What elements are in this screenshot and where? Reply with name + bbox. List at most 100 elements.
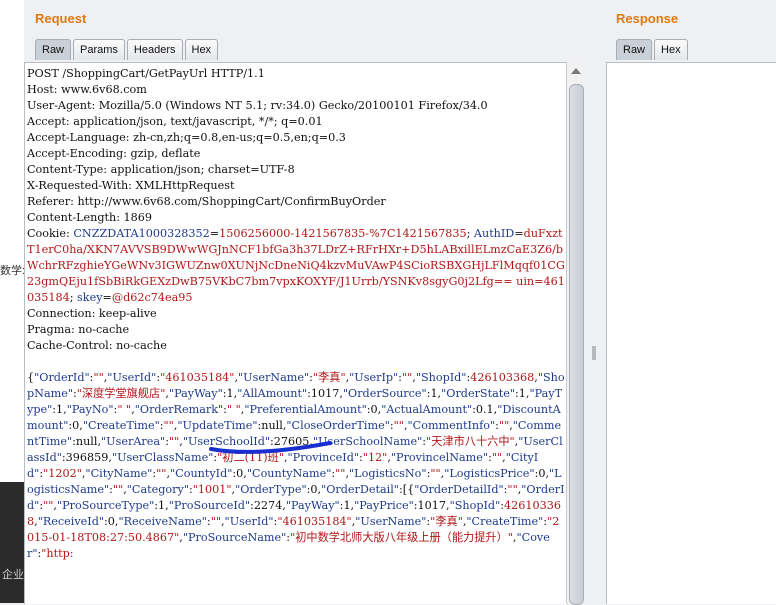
json-punct: :1017, — [307, 387, 343, 400]
background-dark-region — [0, 482, 24, 603]
json-value: "" — [43, 499, 54, 512]
json-key: "PayWay" — [285, 499, 340, 512]
header-line: Content-Length: 1869 — [27, 211, 153, 224]
json-key: "OrderState" — [441, 387, 516, 400]
json-key: "PayPrice" — [354, 499, 414, 512]
background-text-fragment-bottom: 企业务 — [2, 569, 24, 581]
json-punct: :0, — [306, 483, 322, 496]
json-value: "天津市八十六中" — [426, 435, 515, 448]
json-key: "ProSourceId" — [168, 499, 251, 512]
request-tab-bar: Raw Params Headers Hex — [35, 39, 219, 60]
json-punct: :0, — [366, 403, 382, 416]
json-key: "ReceiveName" — [118, 515, 207, 528]
header-line: User-Agent: Mozilla/5.0 (Windows NT 5.1;… — [27, 99, 488, 112]
json-key: "ProSourceName" — [182, 531, 287, 544]
request-raw-text[interactable]: POST /ShoppingCart/GetPayUrl HTTP/1.1 Ho… — [25, 63, 567, 562]
header-line: Accept-Language: zh-cn,zh;q=0.8,en-us;q=… — [27, 131, 346, 144]
header-line: Pragma: no-cache — [27, 323, 130, 336]
response-tab-bar: Raw Hex — [616, 39, 688, 60]
json-value: "" — [112, 483, 124, 496]
json-punct: :1, — [339, 499, 355, 512]
json-value: "李真" — [430, 515, 463, 528]
request-panel-title: Request — [35, 11, 87, 26]
json-key: "Category" — [126, 483, 189, 496]
json-value: "深度学堂旗舰店" — [76, 387, 166, 400]
json-value: 426103368 — [470, 371, 535, 384]
json-value: "" — [430, 467, 441, 480]
cookie-value: @d62c74ea95 — [111, 291, 193, 304]
json-value: "" — [163, 419, 174, 432]
json-key: "OrderRemark" — [134, 403, 224, 416]
tab-raw[interactable]: Raw — [616, 39, 653, 60]
json-value: "" — [156, 467, 167, 480]
request-scrollbar[interactable] — [566, 62, 585, 605]
json-key: "OrderSource" — [342, 387, 427, 400]
json-key: "UserArea" — [101, 435, 166, 448]
json-value: "1001" — [192, 483, 232, 496]
json-key: "ProvincelName" — [390, 451, 489, 464]
json-value: "" — [491, 451, 503, 464]
json-value: "" — [93, 371, 104, 384]
json-key: "CountyId" — [170, 467, 233, 480]
json-key: "ActualAmount" — [381, 403, 473, 416]
json-punct: :null, — [72, 435, 102, 448]
panel-splitter[interactable] — [586, 0, 604, 603]
json-punct: :1, — [426, 387, 442, 400]
header-line: POST /ShoppingCart/GetPayUrl HTTP/1.1 — [27, 67, 265, 80]
json-key: "AllAmount" — [237, 387, 308, 400]
json-key: "UserSchoolId" — [182, 435, 271, 448]
json-punct: :1, — [515, 387, 530, 400]
json-key: "OrderId" — [34, 371, 90, 384]
json-key: "ProvinceId" — [287, 451, 360, 464]
tab-headers[interactable]: Headers — [126, 39, 183, 60]
splitter-grip-icon[interactable] — [592, 346, 596, 360]
json-punct: :0, — [232, 467, 247, 480]
json-value: "" — [401, 371, 413, 384]
json-value: "初中数学北师大版八年级上册（能力提升）" — [290, 531, 513, 544]
json-value: " " — [117, 403, 132, 416]
response-editor[interactable] — [606, 62, 776, 604]
tab-params[interactable]: Params — [73, 39, 125, 60]
tab-hex[interactable]: Hex — [184, 39, 219, 60]
json-value: "李真" — [312, 371, 346, 384]
cookie-name: CNZZDATA1000328352 — [73, 227, 210, 240]
cookie-separator: ; — [69, 291, 78, 304]
cookie-equals: = — [102, 291, 112, 304]
json-key: "LogisticsPrice" — [444, 467, 535, 480]
tab-hex[interactable]: Hex — [654, 39, 688, 60]
json-key: "CreateTime" — [466, 515, 544, 528]
header-line: Content-Type: application/json; charset=… — [27, 163, 295, 176]
request-editor[interactable]: POST /ShoppingCart/GetPayUrl HTTP/1.1 Ho… — [24, 62, 568, 604]
json-value: "初二(11)班" — [217, 451, 284, 464]
json-value: "" — [335, 467, 346, 480]
json-key: "UserId" — [107, 371, 157, 384]
header-line: X-Requested-With: XMLHttpRequest — [27, 179, 235, 192]
scrollbar-thumb[interactable] — [569, 84, 584, 605]
scroll-up-arrow-icon[interactable] — [571, 68, 581, 74]
cookie-value: 1506256000-1421567835-%7C1421567835 — [219, 227, 467, 240]
json-key: "OrderDetail" — [321, 483, 399, 496]
json-punct: :0, — [68, 419, 83, 432]
tab-raw[interactable]: Raw — [35, 39, 72, 60]
json-punct: :0.1 — [472, 403, 494, 416]
cookie-label: Cookie: — [27, 227, 74, 240]
json-key: "ReceiveId" — [37, 515, 105, 528]
json-value: " " — [226, 403, 241, 416]
json-value: "12" — [362, 451, 388, 464]
header-line: Connection: keep-alive — [27, 307, 157, 320]
json-punct: :396859, — [61, 451, 112, 464]
json-key: "ShopId" — [415, 371, 467, 384]
json-value: "" — [498, 419, 510, 432]
json-punct: :0, — [104, 515, 119, 528]
json-value: "" — [507, 483, 518, 496]
cookie-equals: = — [514, 227, 524, 240]
json-value: "http: — [41, 547, 74, 560]
cookie-name: skey — [77, 291, 103, 304]
background-text-fragment: 数学: — [0, 265, 24, 277]
json-value: "461035184" — [160, 371, 235, 384]
json-key: "PreferentialAmount" — [244, 403, 367, 416]
cookie-name: AuthID — [473, 227, 515, 240]
json-punct: :1017, — [413, 499, 450, 512]
json-key: "UserIp" — [349, 371, 399, 384]
cookie-separator: ; — [466, 227, 474, 240]
